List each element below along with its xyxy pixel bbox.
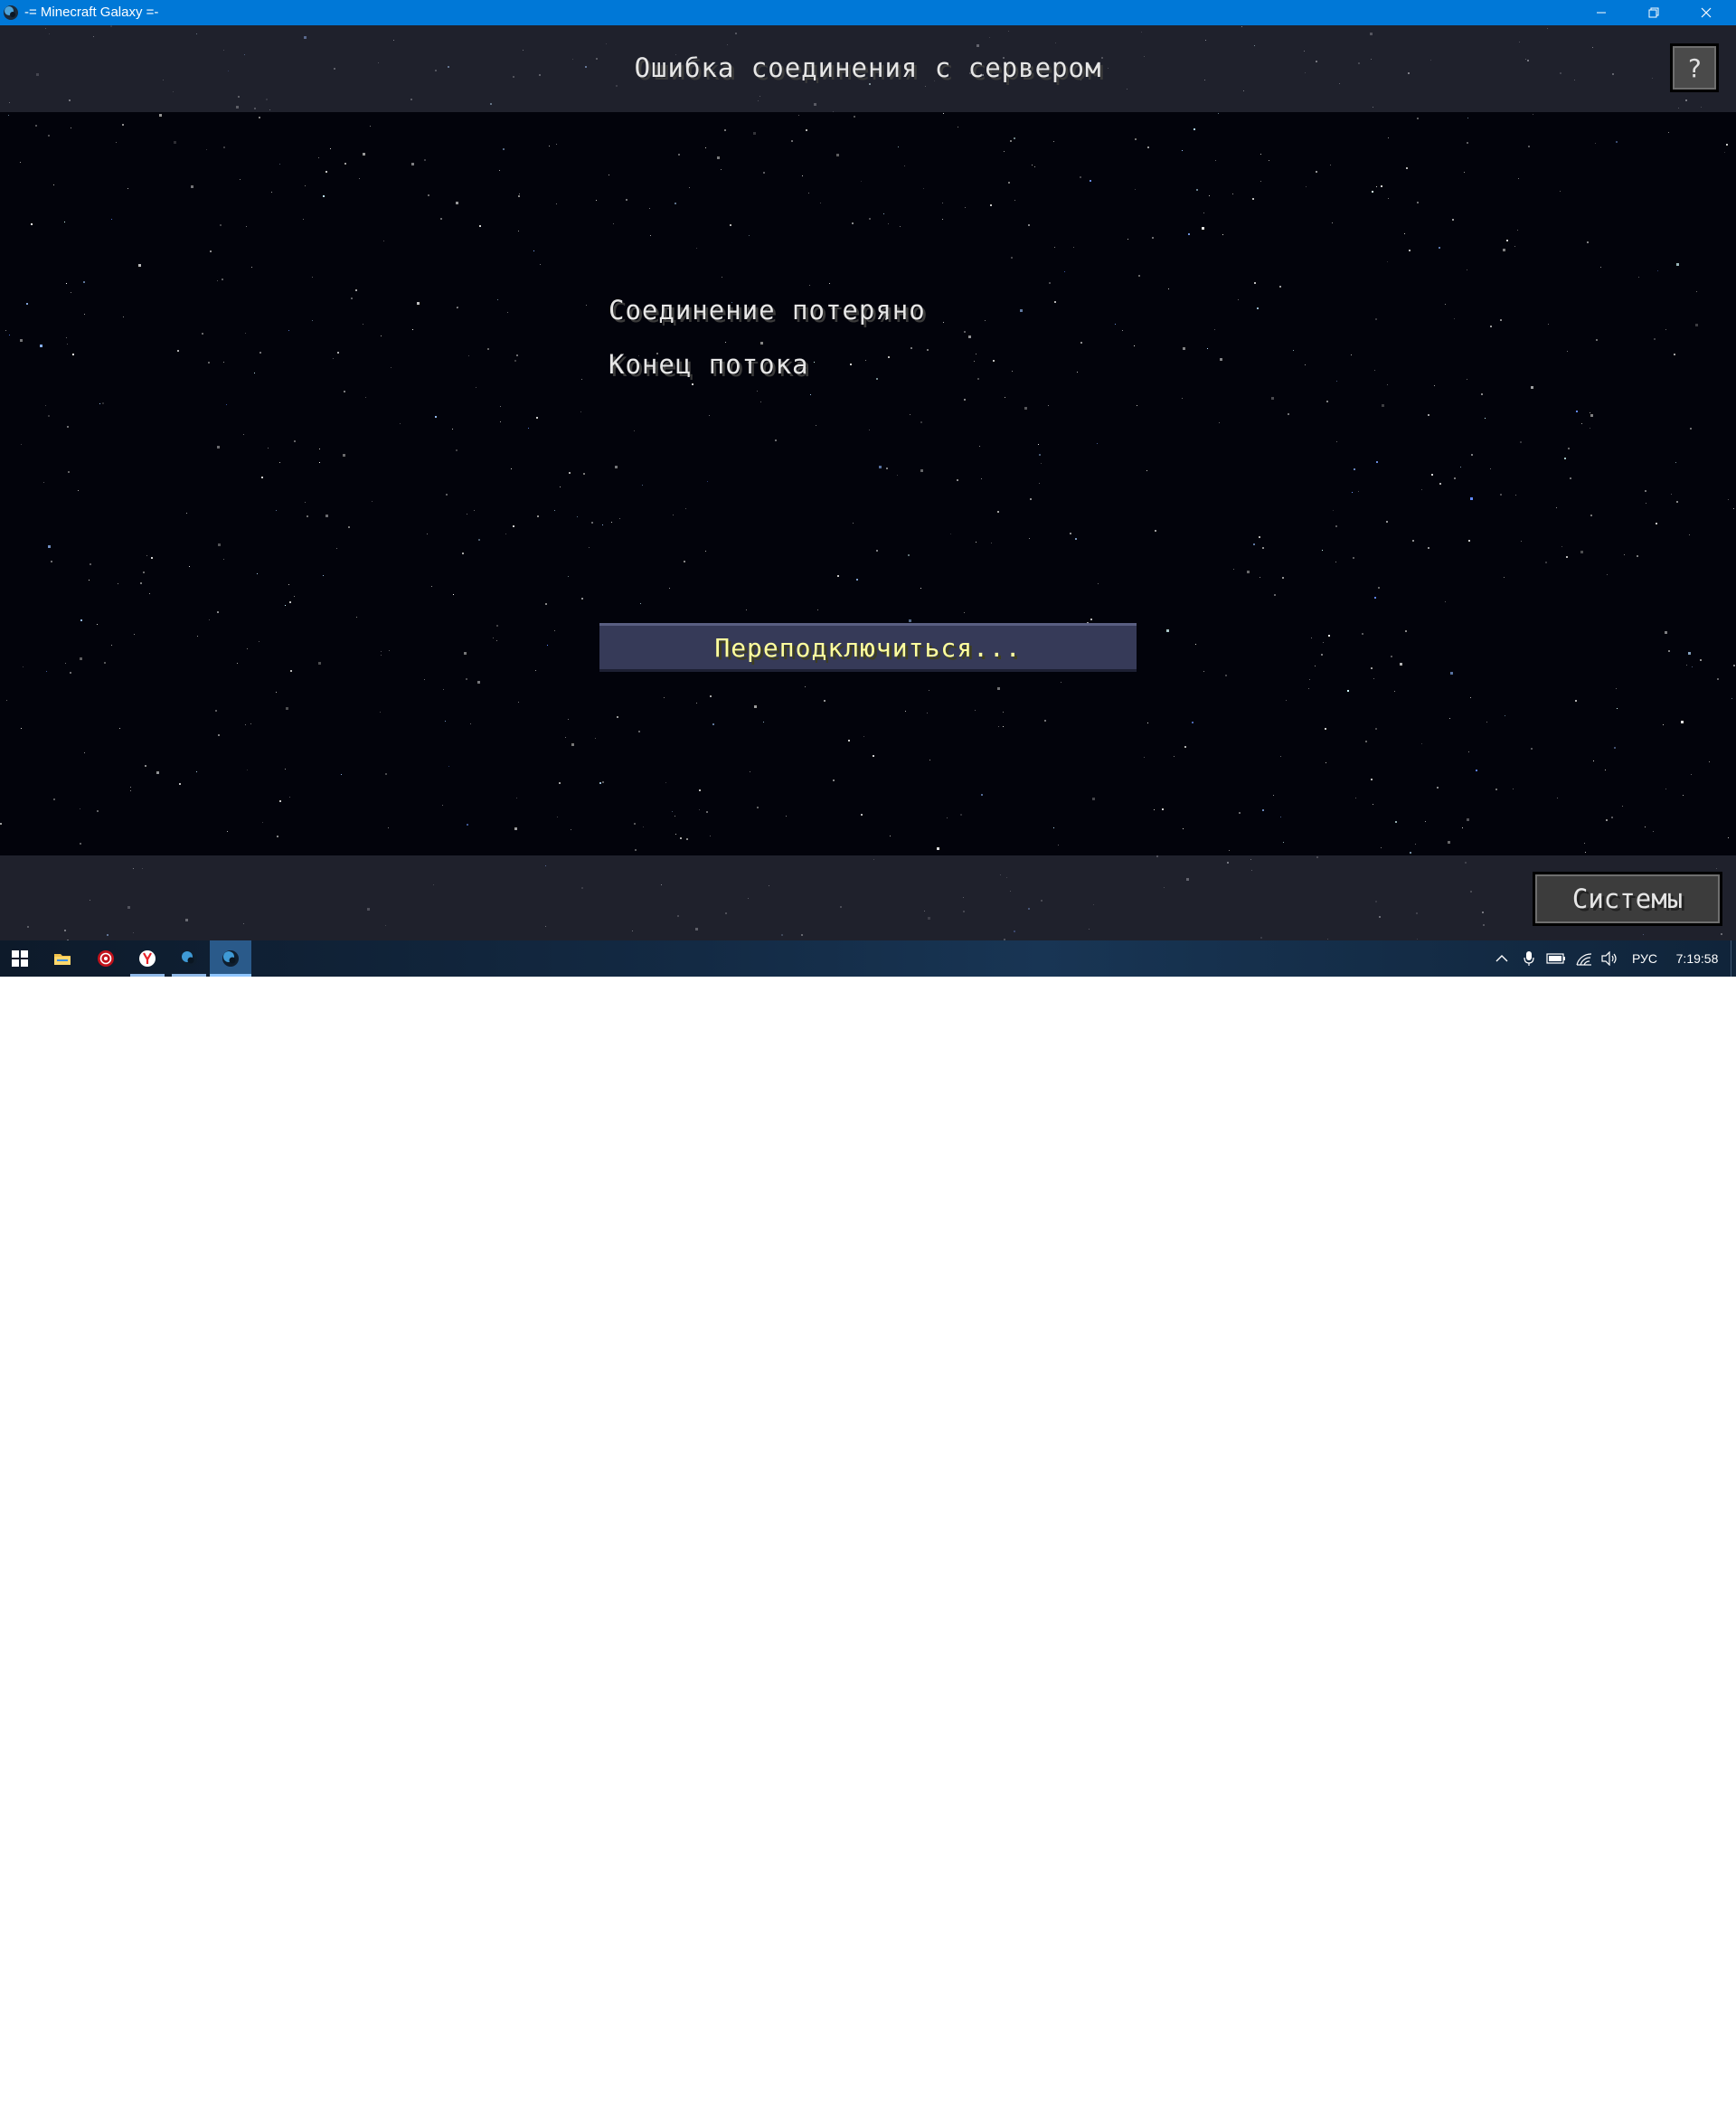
battery-icon — [1546, 953, 1565, 964]
footer-panel — [0, 855, 1736, 940]
show-hidden-icons-button[interactable] — [1492, 940, 1512, 977]
show-desktop-button[interactable] — [1731, 940, 1736, 977]
microphone-tray-button[interactable] — [1519, 940, 1539, 977]
minimize-icon — [1597, 12, 1606, 14]
minimize-button[interactable] — [1575, 0, 1628, 25]
restore-icon — [1648, 7, 1659, 18]
chevron-up-icon — [1495, 955, 1508, 962]
minecraft-galaxy-icon — [222, 950, 239, 967]
volume-tray-button[interactable] — [1599, 940, 1620, 977]
screen-title: Ошибка соединения с сервером — [634, 52, 1102, 83]
game-viewport: Ошибка соединения с сервером ? Соединени… — [0, 25, 1736, 940]
wifi-icon — [1576, 953, 1592, 966]
battery-tray-button[interactable] — [1544, 940, 1568, 977]
taskbar-file-explorer[interactable] — [42, 940, 83, 977]
taskbar: РУС 7:19:58 — [0, 940, 1736, 977]
minecraft-galaxy-icon — [181, 950, 197, 967]
minecraft-galaxy-icon — [4, 5, 18, 20]
file-explorer-icon — [54, 954, 71, 965]
close-button[interactable] — [1680, 0, 1732, 25]
disconnect-detail: Конец потока — [609, 349, 809, 380]
taskbar-red-app[interactable] — [85, 940, 127, 977]
taskbar-clock[interactable]: 7:19:58 — [1667, 940, 1727, 977]
systems-button[interactable]: Системы — [1533, 872, 1722, 926]
taskbar-yandex-browser[interactable] — [127, 940, 168, 977]
starfield-background — [0, 25, 1735, 940]
window-title-bar[interactable]: -= Minecraft Galaxy =- — [0, 0, 1736, 25]
restore-button[interactable] — [1628, 0, 1680, 25]
red-app-icon — [98, 950, 114, 967]
disconnect-reason: Соединение потеряно — [609, 295, 926, 326]
windows-start-icon — [12, 950, 28, 967]
help-button[interactable]: ? — [1670, 43, 1719, 92]
taskbar-minecraft-galaxy-game[interactable] — [210, 940, 251, 977]
close-icon — [1701, 7, 1712, 18]
speaker-icon — [1601, 951, 1617, 966]
start-button[interactable] — [0, 940, 40, 977]
input-language-indicator[interactable]: РУС — [1628, 940, 1662, 977]
desktop-screen: -= Minecraft Galaxy =- Ошибка соединения… — [0, 0, 1736, 977]
network-tray-button[interactable] — [1573, 940, 1595, 977]
window-title: -= Minecraft Galaxy =- — [24, 5, 159, 20]
reconnect-button[interactable]: Переподключиться... — [599, 623, 1137, 672]
microphone-icon — [1524, 951, 1534, 966]
taskbar-minecraft-galaxy-launcher[interactable] — [168, 940, 210, 977]
yandex-browser-icon — [139, 950, 156, 967]
